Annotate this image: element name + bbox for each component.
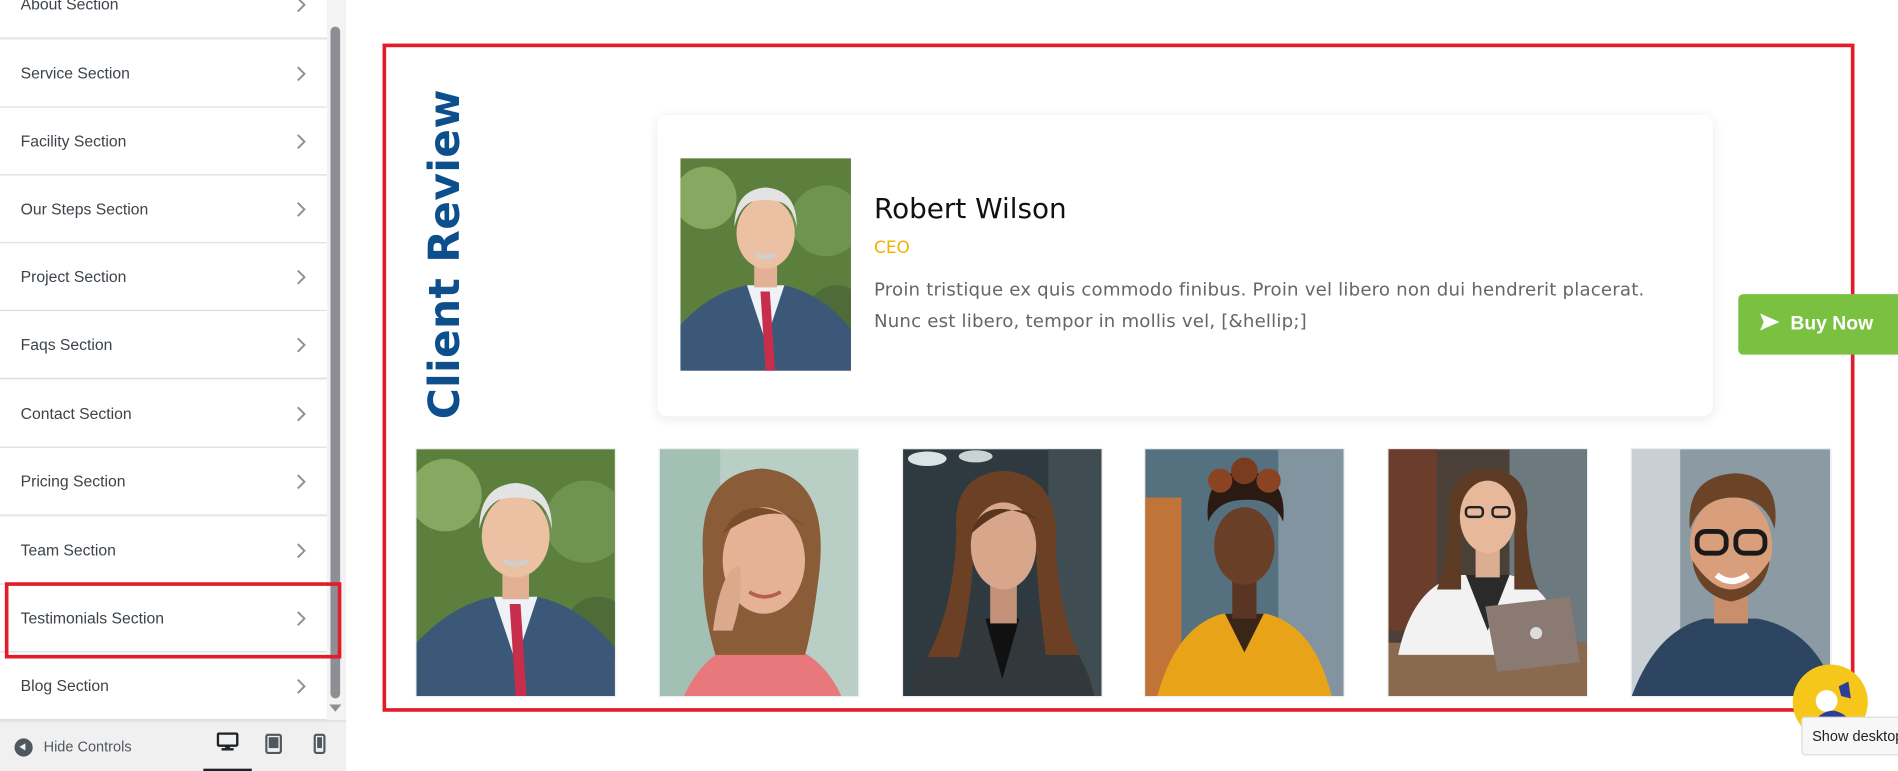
client-photo-woman-dark-blazer xyxy=(903,449,1102,697)
section-item-our-steps[interactable]: Our Steps Section xyxy=(0,175,327,244)
section-item-label: Service Section xyxy=(20,64,130,83)
show-desktop-tooltip: Show desktop xyxy=(1801,716,1898,756)
section-item-label: Testimonials Section xyxy=(20,608,165,628)
buy-now-button[interactable]: Buy Now xyxy=(1738,294,1898,355)
desktop-icon xyxy=(216,732,239,757)
section-item-team[interactable]: Team Section xyxy=(0,516,327,585)
hide-controls-button[interactable]: Hide Controls xyxy=(14,721,132,771)
chevron-right-icon xyxy=(293,678,310,695)
hide-controls-label: Hide Controls xyxy=(43,738,132,756)
testimonial-quote-line: Nunc est libero, tempor in mollis vel, [… xyxy=(873,309,1307,332)
client-thumbnail[interactable] xyxy=(1145,449,1344,697)
section-item-about[interactable]: About Section xyxy=(0,0,327,39)
client-thumbnail[interactable] xyxy=(1388,449,1587,697)
client-review-heading: Client Review xyxy=(421,89,470,420)
chevron-right-icon xyxy=(293,0,310,13)
chevron-right-icon xyxy=(293,133,310,150)
chevron-right-icon xyxy=(293,337,310,354)
section-item-label: Facility Section xyxy=(20,131,127,151)
chevron-right-icon xyxy=(293,542,310,559)
section-item-label: Faqs Section xyxy=(20,335,113,354)
tablet-icon xyxy=(265,733,282,761)
client-photo-woman-yellow-blazer xyxy=(1145,449,1344,697)
client-thumbnail[interactable] xyxy=(659,449,859,697)
customizer-sidebar: About Section Service Section Facility S… xyxy=(0,0,347,771)
collapse-arrow-icon xyxy=(14,737,33,756)
chevron-right-icon xyxy=(293,201,310,218)
customizer-footer: Hide Controls xyxy=(0,720,347,771)
client-photo-older-man xyxy=(680,136,851,394)
sidebar-scrollbar-thumb[interactable] xyxy=(330,26,341,699)
tablet-preview-button[interactable] xyxy=(249,721,297,771)
client-thumbnail[interactable] xyxy=(416,449,615,697)
client-photo-older-man xyxy=(416,449,615,697)
section-item-contact[interactable]: Contact Section xyxy=(0,380,327,448)
client-thumbnail[interactable] xyxy=(1631,449,1831,697)
chevron-right-icon xyxy=(293,406,310,423)
section-item-facility[interactable]: Facility Section xyxy=(0,107,327,176)
mobile-icon xyxy=(313,733,326,761)
section-item-project[interactable]: Project Section xyxy=(0,243,327,312)
section-item-blog[interactable]: Blog Section xyxy=(0,652,327,721)
mobile-preview-button[interactable] xyxy=(295,721,343,771)
section-item-label: Team Section xyxy=(20,541,116,560)
client-photo-woman-laptop xyxy=(1388,449,1587,697)
section-item-label: Blog Section xyxy=(20,676,109,695)
section-item-label: Our Steps Section xyxy=(20,199,149,218)
chevron-right-icon xyxy=(293,269,310,286)
send-icon xyxy=(1759,312,1781,337)
section-item-service[interactable]: Service Section xyxy=(0,39,327,108)
chevron-right-icon xyxy=(293,65,310,82)
desktop-preview-button[interactable] xyxy=(203,721,252,771)
section-item-pricing[interactable]: Pricing Section xyxy=(0,447,327,516)
section-item-testimonials[interactable]: Testimonials Section xyxy=(0,584,327,653)
section-item-label: Project Section xyxy=(20,267,127,286)
testimonial-name: Robert Wilson xyxy=(873,193,1067,226)
testimonial-quote: Proin tristique ex quis commodo finibus.… xyxy=(874,274,1673,337)
client-photo-man-glasses xyxy=(1631,449,1831,697)
section-item-label: About Section xyxy=(20,0,119,14)
testimonial-quote-line: Proin tristique ex quis commodo finibus.… xyxy=(873,278,1645,301)
section-item-label: Contact Section xyxy=(20,404,132,423)
section-item-label: Pricing Section xyxy=(20,472,126,491)
client-thumbnail[interactable] xyxy=(903,449,1102,697)
testimonial-role: CEO xyxy=(873,238,910,258)
section-item-faqs[interactable]: Faqs Section xyxy=(0,311,327,379)
chevron-right-icon xyxy=(293,610,310,627)
scroll-down-arrow-icon[interactable] xyxy=(329,704,342,712)
chevron-right-icon xyxy=(293,473,310,490)
buy-now-label: Buy Now xyxy=(1790,313,1874,335)
client-photo-woman-pink-shirt xyxy=(659,449,859,697)
